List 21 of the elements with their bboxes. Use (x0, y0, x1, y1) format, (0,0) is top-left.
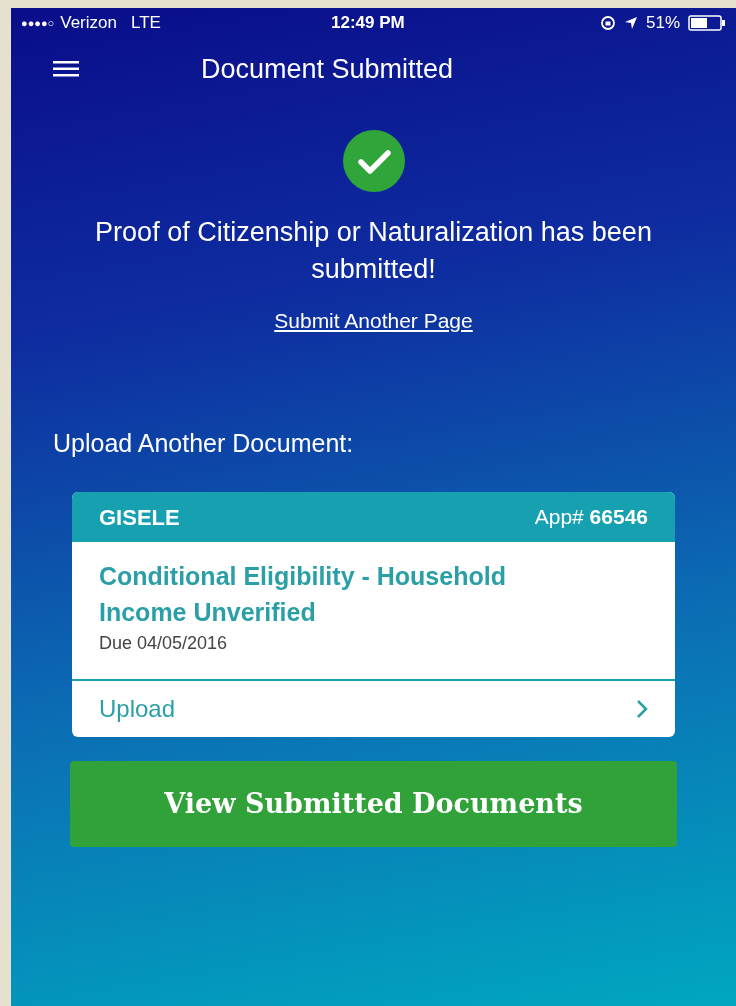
submit-another-page-link[interactable]: Submit Another Page (274, 305, 473, 337)
carrier-name: Verizon (60, 12, 117, 35)
status-time: 12:49 PM (331, 12, 405, 35)
upload-row[interactable]: Upload (72, 681, 675, 737)
battery-icon (688, 15, 726, 31)
network-type: LTE (130, 12, 161, 35)
signal-strength: ●●●●○ (21, 15, 55, 31)
battery-percent: 51% (645, 12, 680, 35)
document-title: Conditional Eligibility - Household Income Unverified (99, 561, 507, 628)
screen-title: Document Submitted (201, 52, 454, 86)
due-date: Due 04/05/2016 (99, 633, 228, 653)
rotation-lock-icon (599, 15, 616, 31)
location-arrow-icon (623, 16, 638, 30)
confirmation-message: Proof of Citizenship or Naturalization has been submitted! (94, 216, 653, 286)
success-check-icon (342, 130, 405, 192)
menu-icon (53, 61, 79, 77)
chevron-right-icon (636, 699, 648, 719)
applicant-name: GISELE (99, 503, 180, 532)
view-submitted-documents-button[interactable]: View Submitted Documents (70, 761, 677, 847)
section-heading: Upload Another Document: (53, 427, 355, 459)
application-number: App# 66546 (534, 504, 648, 531)
